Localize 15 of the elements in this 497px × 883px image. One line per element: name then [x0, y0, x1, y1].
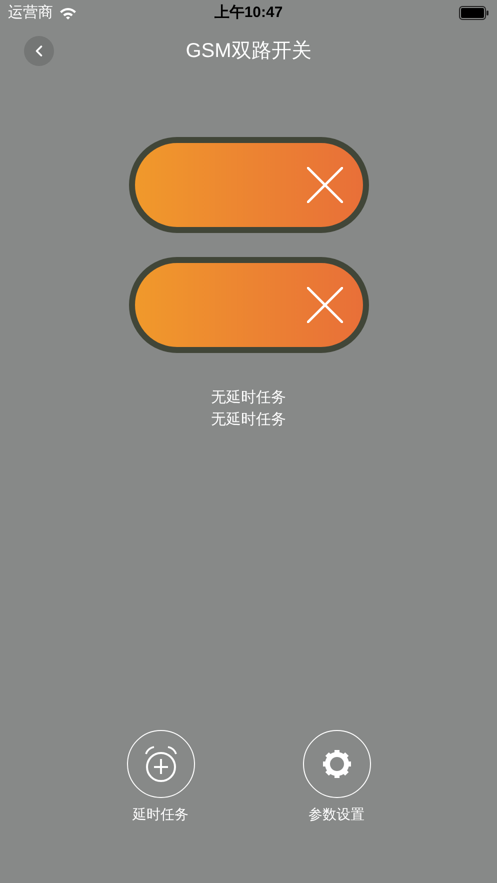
carrier-label: 运营商: [8, 2, 53, 23]
action-label: 参数设置: [308, 805, 364, 824]
back-button[interactable]: [24, 36, 54, 66]
task-status-text: 无延时任务: [211, 388, 286, 408]
page-title: GSM双路开关: [186, 39, 312, 64]
task-status-text: 无延时任务: [211, 410, 286, 430]
clock-time: 上午10:47: [214, 2, 283, 23]
battery-icon: [459, 6, 489, 20]
close-icon: [306, 167, 342, 203]
action-button[interactable]: [126, 730, 194, 798]
close-icon: [306, 287, 342, 323]
wifi-icon: [59, 6, 77, 20]
gear-icon: [322, 749, 352, 779]
action-button[interactable]: [302, 730, 370, 798]
action-label: 延时任务: [132, 805, 188, 824]
